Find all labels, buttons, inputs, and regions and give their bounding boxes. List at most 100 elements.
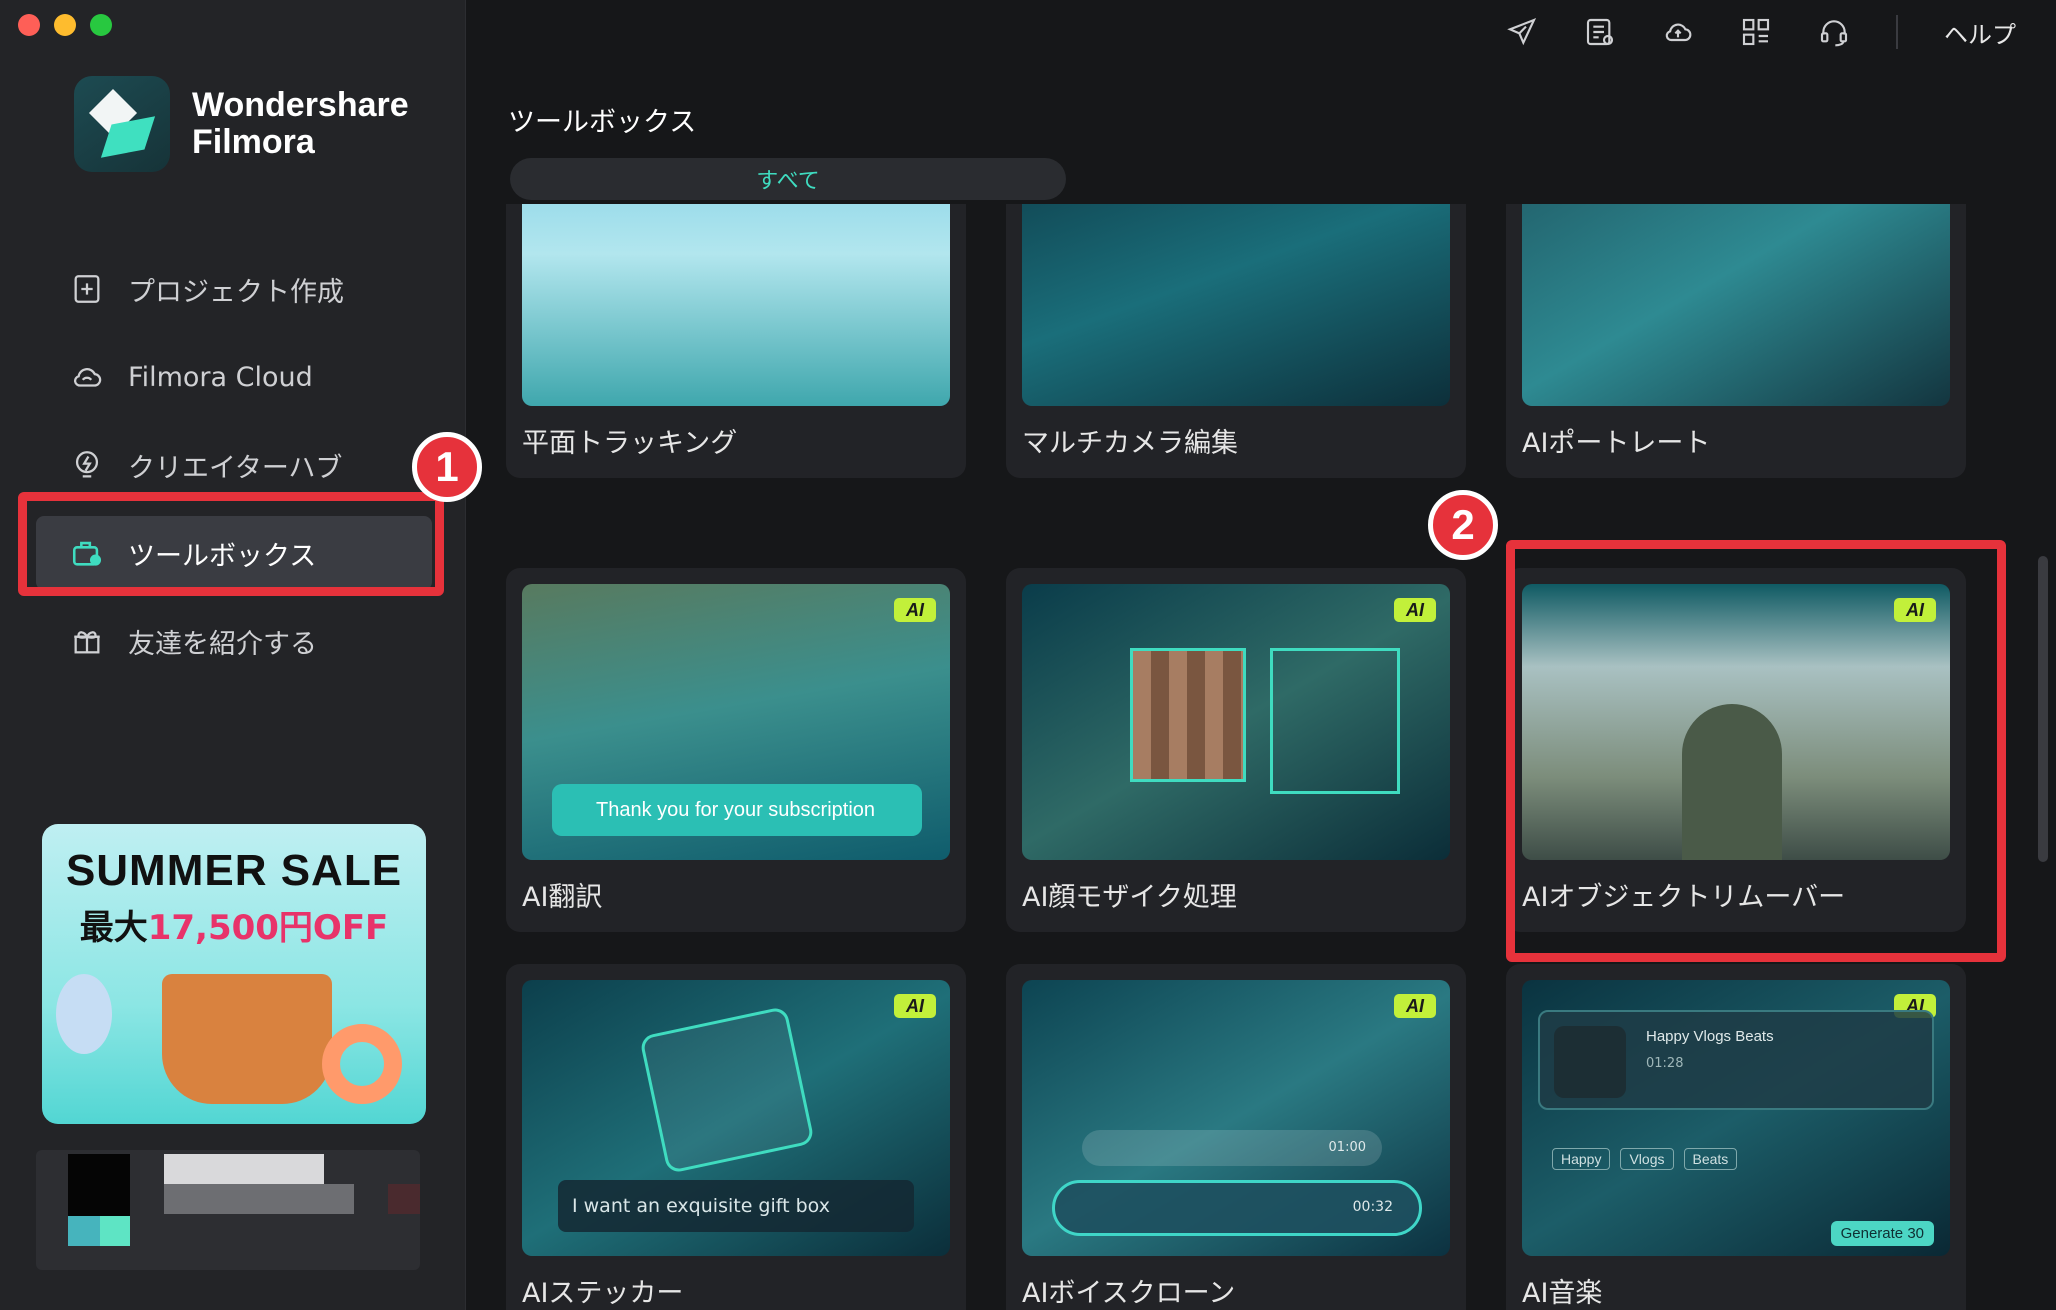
generate-label: Generate <box>1840 1225 1904 1242</box>
tool-thumbnail <box>522 204 950 406</box>
account-email-redacted <box>164 1184 354 1214</box>
top-toolbar: ヘルプ <box>1506 12 2016 52</box>
gift-icon <box>70 624 104 658</box>
cloud-icon <box>70 360 104 394</box>
voice-clip-2: 00:32 <box>1052 1180 1422 1236</box>
app-name-line2: Filmora <box>192 123 315 161</box>
tool-card-multicam[interactable]: マルチカメラ編集 <box>1006 204 1466 478</box>
lightbulb-icon <box>70 448 104 482</box>
tool-thumbnail: AI Thank you for your subscription <box>522 584 950 860</box>
basket-illustration <box>162 974 332 1104</box>
close-window-button[interactable] <box>18 14 40 36</box>
grid-icon[interactable] <box>1740 16 1772 48</box>
balloon-illustration <box>56 974 112 1054</box>
music-tags: Happy Vlogs Beats <box>1552 1148 1738 1170</box>
tool-label: マルチカメラ編集 <box>1022 428 1238 459</box>
generate-credits: 30 <box>1907 1225 1924 1242</box>
sidebar-item-creator-hub[interactable]: クリエイターハブ <box>36 428 432 502</box>
sidebar: Wondershare Filmora プロジェクト作成 Filmora Clo… <box>0 0 466 1310</box>
sidebar-item-create-project[interactable]: プロジェクト作成 <box>36 252 432 326</box>
tool-thumbnail: AI 01:00 00:32 <box>1022 980 1450 1256</box>
music-track-panel: Happy Vlogs Beats 01:28 <box>1538 1010 1934 1110</box>
minimize-window-button[interactable] <box>54 14 76 36</box>
scrollbar[interactable] <box>2038 556 2048 862</box>
tool-label: 平面トラッキング <box>522 428 738 459</box>
avatar-block <box>68 1216 100 1246</box>
promo-title: SUMMER SALE <box>65 846 403 895</box>
ai-badge: AI <box>894 598 936 622</box>
tool-thumbnail: AI I want an exquisite gift box <box>522 980 950 1256</box>
avatar <box>68 1154 130 1216</box>
music-tag: Vlogs <box>1620 1148 1674 1170</box>
music-note-icon <box>1554 1026 1626 1098</box>
float-ring-illustration <box>322 1024 402 1104</box>
annotation-highlight-1 <box>18 492 444 596</box>
send-icon[interactable] <box>1506 16 1538 48</box>
sidebar-item-refer-friend[interactable]: 友達を紹介する <box>36 604 432 678</box>
cloud-upload-icon[interactable] <box>1662 16 1694 48</box>
sticker-prompt-box: I want an exquisite gift box <box>558 1180 914 1232</box>
music-tag: Happy <box>1552 1148 1611 1170</box>
toolbar-divider <box>1896 15 1898 49</box>
account-status-redacted <box>388 1184 420 1214</box>
sidebar-item-label: Filmora Cloud <box>128 361 313 393</box>
tool-card-ai-music[interactable]: AI Happy Vlogs Beats 01:28 Happy Vlogs B… <box>1506 964 1966 1310</box>
app-logo: Wondershare Filmora <box>74 76 409 172</box>
tool-thumbnail <box>1022 204 1450 406</box>
face-mosaic-box <box>1130 648 1246 782</box>
help-menu[interactable]: ヘルプ <box>1944 15 2016 50</box>
summer-sale-banner[interactable]: SUMMER SALE 最大17,500円OFF <box>42 824 426 1124</box>
tool-label: AIステッカー <box>522 1278 684 1309</box>
promo-sub-prefix: 最大 <box>79 908 148 948</box>
sidebar-nav: プロジェクト作成 Filmora Cloud クリエイターハブ ツールボックス … <box>36 252 432 692</box>
tool-card-ai-translate[interactable]: AI Thank you for your subscription AI翻訳 <box>506 568 966 932</box>
filmora-logo-icon <box>74 76 170 172</box>
app-name: Wondershare Filmora <box>192 87 409 161</box>
ai-badge: AI <box>1394 598 1436 622</box>
tool-label: AIボイスクローン <box>1022 1278 1236 1309</box>
tool-card-ai-voice-clone[interactable]: AI 01:00 00:32 AIボイスクローン <box>1006 964 1466 1310</box>
sidebar-item-label: プロジェクト作成 <box>128 276 344 308</box>
annotation-highlight-2 <box>1506 540 2006 962</box>
voice-clip-1: 01:00 <box>1082 1130 1382 1166</box>
promo-subtitle: 最大17,500円OFF <box>42 900 426 949</box>
annotation-badge-1: 1 <box>412 432 482 502</box>
tool-card-planar-tracking[interactable]: 平面トラッキング <box>506 204 966 478</box>
tool-label: AI音楽 <box>1522 1278 1603 1309</box>
account-panel[interactable] <box>36 1150 420 1270</box>
music-generate-button: Generate 30 <box>1830 1221 1934 1246</box>
plus-square-icon <box>70 272 104 306</box>
tool-card-ai-face-mosaic[interactable]: AI AI顔モザイク処理 <box>1006 568 1466 932</box>
music-track-title: Happy Vlogs Beats <box>1646 1028 1774 1045</box>
tool-thumbnail: AI <box>1022 584 1450 860</box>
page-title: ツールボックス <box>508 107 697 138</box>
annotation-badge-2: 2 <box>1428 490 1498 560</box>
sidebar-item-filmora-cloud[interactable]: Filmora Cloud <box>36 340 432 414</box>
promo-discount: 17,500円OFF <box>147 908 389 948</box>
tab-all[interactable]: すべて <box>510 158 1066 200</box>
avatar-block <box>100 1216 130 1246</box>
category-tab-bar: すべて <box>510 158 1066 200</box>
tool-label: AI顔モザイク処理 <box>1022 882 1237 913</box>
tool-thumbnail: AI <box>1522 204 1950 406</box>
tool-card-ai-sticker[interactable]: AI I want an exquisite gift box AIステッカー <box>506 964 966 1310</box>
headset-icon[interactable] <box>1818 16 1850 48</box>
music-track-time: 01:28 <box>1646 1056 1684 1071</box>
maximize-window-button[interactable] <box>90 14 112 36</box>
gift-sticker-frame <box>639 1005 815 1175</box>
sidebar-item-label: クリエイターハブ <box>128 452 343 484</box>
ai-badge: AI <box>894 994 936 1018</box>
ai-badge: AI <box>1394 994 1436 1018</box>
tool-label: AI翻訳 <box>522 882 603 913</box>
sidebar-item-label: 友達を紹介する <box>128 628 317 660</box>
face-detect-box <box>1270 648 1400 794</box>
tool-card-ai-portrait[interactable]: AI AIポートレート <box>1506 204 1966 478</box>
voice-clip-time: 00:32 <box>1352 1199 1393 1215</box>
account-name-redacted <box>164 1154 324 1184</box>
subtitle-pill: Thank you for your subscription <box>552 784 922 836</box>
music-tag: Beats <box>1683 1148 1738 1170</box>
tool-label: AIポートレート <box>1522 428 1711 459</box>
tool-thumbnail: AI Happy Vlogs Beats 01:28 Happy Vlogs B… <box>1522 980 1950 1256</box>
news-icon[interactable] <box>1584 16 1616 48</box>
app-name-line1: Wondershare <box>192 86 409 124</box>
